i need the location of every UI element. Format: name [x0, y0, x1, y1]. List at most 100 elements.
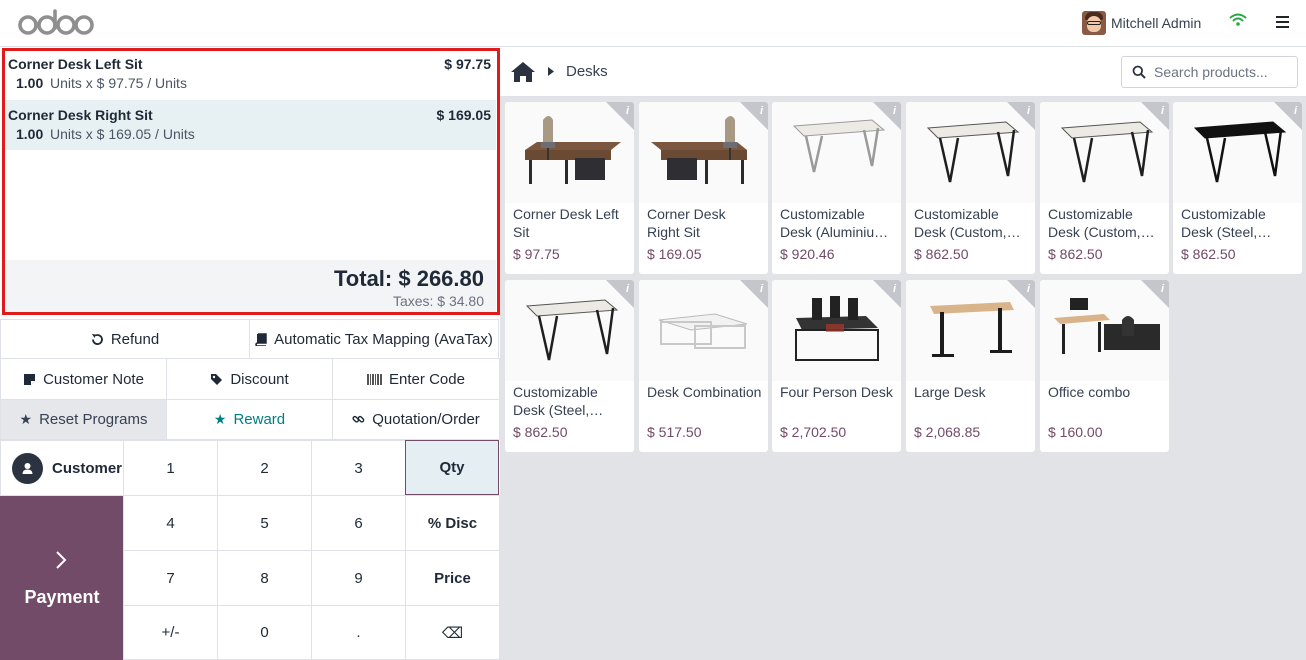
orderline-name: Corner Desk Left Sit: [8, 56, 143, 72]
product-name: Customizable Desk (Steel,…: [1181, 206, 1272, 240]
orderline-2-selected[interactable]: Corner Desk Right Sit $ 169.05 1.00 Unit…: [5, 100, 496, 150]
info-icon[interactable]: i: [893, 105, 896, 117]
user-menu[interactable]: Mitchell Admin: [1082, 11, 1201, 35]
numpad-key-9[interactable]: 9: [311, 550, 406, 606]
orderline-price: $ 97.75: [444, 56, 491, 72]
product-card[interactable]: i Large Desk $ 2,068.85: [906, 280, 1035, 452]
product-card[interactable]: i Desk Combination $ 517.50: [639, 280, 768, 452]
product-price: $ 862.50: [914, 246, 969, 262]
chevron-right-icon: [56, 551, 67, 569]
reset-programs-label: Reset Programs: [39, 411, 148, 428]
tax-mapping-label: Automatic Tax Mapping (AvaTax): [274, 330, 493, 348]
numpad-key-7[interactable]: 7: [123, 550, 218, 606]
star-icon: ★: [19, 411, 33, 427]
reward-button[interactable]: ★ Reward: [166, 399, 333, 440]
numpad-key-4[interactable]: 4: [123, 495, 218, 551]
discount-button[interactable]: Discount: [166, 358, 333, 400]
product-card[interactable]: i Customizable Desk (Custom,… $ 862.50: [1040, 102, 1169, 274]
info-icon[interactable]: i: [1027, 105, 1030, 117]
info-icon[interactable]: i: [1027, 283, 1030, 295]
odoo-logo[interactable]: [18, 9, 94, 37]
numpad-key-8[interactable]: 8: [217, 550, 312, 606]
info-icon[interactable]: i: [626, 283, 629, 295]
payment-button[interactable]: Payment: [0, 496, 124, 660]
product-price: $ 2,702.50: [780, 424, 847, 440]
payment-label: Payment: [24, 587, 100, 607]
quotation-order-label: Quotation/Order: [372, 411, 480, 428]
orderline-1[interactable]: Corner Desk Left Sit $ 97.75 1.00 Units …: [5, 49, 496, 99]
info-corner[interactable]: [873, 280, 901, 308]
info-corner[interactable]: [1141, 102, 1169, 130]
search-placeholder: Search products...: [1154, 64, 1268, 80]
orderline-qty: 1.00: [16, 126, 44, 142]
product-name: Corner Desk Right Sit: [647, 206, 726, 240]
product-name: Customizable Desk (Custom,…: [1048, 206, 1155, 240]
numpad-key-3[interactable]: 3: [311, 440, 406, 496]
product-card[interactable]: i Corner Desk Left Sit $ 97.75: [505, 102, 634, 274]
reward-label: Reward: [233, 411, 286, 428]
product-card[interactable]: i Corner Desk Right Sit $ 169.05: [639, 102, 768, 274]
tax-mapping-button[interactable]: Automatic Tax Mapping (AvaTax): [249, 319, 499, 359]
product-card[interactable]: i Four Person Desk $ 2,702.50: [772, 280, 901, 452]
product-card[interactable]: i Customizable Desk (Custom,… $ 862.50: [906, 102, 1035, 274]
order-total: Total: $ 266.80: [334, 266, 484, 291]
info-icon[interactable]: i: [760, 105, 763, 117]
info-corner[interactable]: [740, 280, 768, 308]
numpad-key-6[interactable]: 6: [311, 495, 406, 551]
product-card[interactable]: i Office combo $ 160.00: [1040, 280, 1169, 452]
info-corner[interactable]: [1141, 280, 1169, 308]
info-corner[interactable]: [873, 102, 901, 130]
customer-label: Customer: [52, 459, 123, 477]
order-taxes: Taxes: $ 34.80: [392, 293, 484, 309]
info-corner[interactable]: [740, 102, 768, 130]
info-icon[interactable]: i: [893, 283, 896, 295]
product-price: $ 862.50: [1048, 246, 1103, 262]
refund-button[interactable]: Refund: [0, 319, 250, 359]
product-name: Customizable Desk (Steel,…: [513, 384, 604, 418]
discount-label: Discount: [230, 370, 289, 388]
note-icon: [24, 373, 36, 385]
customer-button[interactable]: Customer: [0, 440, 124, 496]
numpad-key-5[interactable]: 5: [217, 495, 312, 551]
numpad-key-2[interactable]: 2: [217, 440, 312, 496]
info-corner[interactable]: [1007, 280, 1035, 308]
wifi-icon: [1229, 13, 1247, 26]
info-icon[interactable]: i: [626, 105, 629, 117]
numpad-price-mode[interactable]: Price: [405, 550, 500, 606]
product-search-input[interactable]: Search products...: [1121, 56, 1298, 88]
enter-code-button[interactable]: Enter Code: [332, 358, 500, 400]
numpad-key-0[interactable]: 0: [217, 605, 312, 660]
product-price: $ 920.46: [780, 246, 835, 262]
top-bar: Mitchell Admin: [0, 0, 1306, 47]
hamburger-menu-icon[interactable]: [1276, 16, 1289, 28]
info-corner[interactable]: [1274, 102, 1302, 130]
numpad-plus-minus[interactable]: +/-: [123, 605, 218, 660]
info-icon[interactable]: i: [760, 283, 763, 295]
info-corner[interactable]: [606, 280, 634, 308]
enter-code-label: Enter Code: [389, 370, 465, 388]
orderline-name: Corner Desk Right Sit: [8, 107, 153, 123]
product-price: $ 169.05: [647, 246, 702, 262]
home-icon[interactable]: [510, 61, 536, 83]
info-icon[interactable]: i: [1161, 283, 1164, 295]
numpad-backspace[interactable]: ⌫: [405, 605, 500, 660]
orderline-detail: Units x $ 97.75 / Units: [50, 75, 187, 91]
product-card[interactable]: i Customizable Desk (Aluminiu… $ 920.46: [772, 102, 901, 274]
product-name: Large Desk: [914, 384, 986, 400]
numpad-qty-mode[interactable]: Qty: [405, 440, 499, 495]
info-corner[interactable]: [606, 102, 634, 130]
numpad-disc-mode[interactable]: % Disc: [405, 495, 500, 551]
numpad-key-1[interactable]: 1: [123, 440, 218, 496]
info-icon[interactable]: i: [1294, 105, 1297, 117]
user-icon: [12, 452, 43, 484]
customer-note-button[interactable]: Customer Note: [0, 358, 167, 400]
product-name: Desk Combination: [647, 384, 762, 400]
quotation-order-button[interactable]: Quotation/Order: [332, 399, 500, 440]
product-card[interactable]: i Customizable Desk (Steel,… $ 862.50: [505, 280, 634, 452]
reset-programs-button[interactable]: ★ Reset Programs: [0, 399, 167, 440]
numpad-decimal[interactable]: .: [311, 605, 406, 660]
info-icon[interactable]: i: [1161, 105, 1164, 117]
product-card[interactable]: i Customizable Desk (Steel,… $ 862.50: [1173, 102, 1302, 274]
breadcrumb-category[interactable]: Desks: [566, 63, 608, 80]
info-corner[interactable]: [1007, 102, 1035, 130]
